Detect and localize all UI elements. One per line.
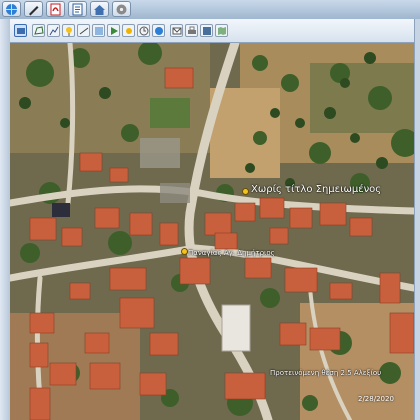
placemark-pin[interactable]: [242, 188, 249, 195]
street-pin[interactable]: [181, 248, 188, 255]
email-icon[interactable]: [170, 24, 183, 37]
layers-icon[interactable]: [14, 24, 27, 37]
garden-patch: [150, 98, 190, 128]
bottom-label: Προτεινόμενη θέση 2.5 Αλεξίου: [270, 369, 382, 377]
media-icon[interactable]: [112, 1, 131, 17]
sun-icon[interactable]: [122, 24, 135, 37]
map-toolbar: [10, 19, 414, 43]
history-icon[interactable]: [137, 24, 150, 37]
map-view-icon[interactable]: [215, 24, 228, 37]
save-image-icon[interactable]: [200, 24, 213, 37]
satellite-map-view[interactable]: Χωρίς τίτλο Σημειωμένος Παναγίας Αγ. Δημ…: [10, 43, 414, 420]
print-icon[interactable]: [185, 24, 198, 37]
path-icon[interactable]: [47, 24, 60, 37]
home-folder-icon[interactable]: [90, 1, 109, 17]
taskbar: [0, 0, 420, 20]
placemark-label[interactable]: Χωρίς τίτλο Σημειωμένος: [251, 184, 381, 195]
satellite-imagery: [10, 43, 414, 420]
imagery-date: 2/28/2020: [358, 395, 394, 403]
solar-panel-roof: [52, 203, 70, 217]
white-building: [221, 304, 251, 352]
placemark-icon[interactable]: [62, 24, 75, 37]
tour-icon[interactable]: [107, 24, 120, 37]
overlay-icon[interactable]: [92, 24, 105, 37]
text-editor-icon[interactable]: [68, 1, 87, 17]
window-border: [414, 19, 420, 420]
planet-icon[interactable]: [152, 24, 165, 37]
pencil-tool-icon[interactable]: [24, 1, 43, 17]
ie-globe-icon[interactable]: [2, 1, 21, 17]
pdf-icon[interactable]: [46, 1, 65, 17]
measure-icon[interactable]: [77, 24, 90, 37]
polygon-icon[interactable]: [32, 24, 45, 37]
street-label: Παναγίας Αγ. Δημήτριος: [188, 249, 275, 257]
